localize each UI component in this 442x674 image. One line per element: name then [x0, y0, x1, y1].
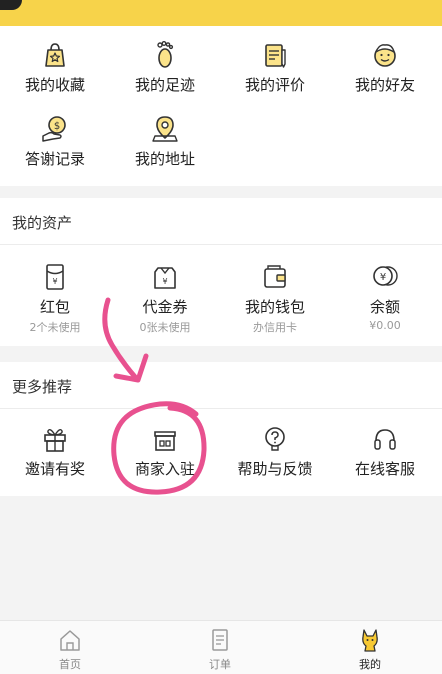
wallet-credit-card-link[interactable]: 办信用卡	[220, 319, 330, 335]
svg-text:¥: ¥	[52, 277, 57, 286]
divider	[0, 408, 442, 409]
balance-amount: ¥0.00	[369, 319, 401, 332]
wallet-label: 我的钱包	[244, 298, 305, 316]
friend-face-icon	[374, 44, 396, 67]
balance-entry[interactable]: ¥ 余额 ¥0.00	[330, 262, 440, 332]
my-reviews-label: 我的评价	[244, 76, 305, 94]
help-feedback-entry[interactable]: 帮助与反馈	[220, 424, 330, 479]
voucher-icon: ¥	[154, 267, 176, 289]
tab-orders-label: 订单	[209, 658, 231, 671]
wallet-icon	[264, 265, 286, 288]
tab-home-label: 首页	[59, 658, 81, 671]
order-icon	[212, 629, 228, 651]
wallet-entry[interactable]: 我的钱包 办信用卡	[220, 262, 330, 335]
svg-text:¥: ¥	[162, 277, 167, 286]
red-packet-icon: ¥	[46, 264, 64, 290]
recommend-section-title: 更多推荐	[12, 378, 73, 396]
voucher-entry[interactable]: ¥ 代金券 0张未使用	[110, 262, 220, 335]
voucher-count: 0张未使用	[139, 321, 191, 334]
invite-reward-entry[interactable]: 邀请有奖	[0, 424, 110, 479]
red-packet-count: 2个未使用	[29, 321, 81, 334]
my-address-label: 我的地址	[134, 150, 195, 168]
merchant-join-entry[interactable]: 商家入驻	[110, 424, 220, 479]
my-friends-entry[interactable]: 我的好友	[330, 40, 440, 95]
footprint-icon	[157, 41, 174, 68]
headset-icon	[374, 429, 396, 450]
thanks-records-entry[interactable]: $ 答谢记录	[0, 114, 110, 169]
voucher-label: 代金券	[142, 298, 188, 316]
merchant-join-label: 商家入驻	[134, 460, 195, 478]
tab-home[interactable]: 首页	[30, 627, 110, 672]
my-reviews-entry[interactable]: 我的评价	[220, 40, 330, 95]
assets-section-title: 我的资产	[12, 214, 73, 232]
red-packet-entry[interactable]: ¥ 红包 2个未使用	[0, 262, 110, 335]
online-service-label: 在线客服	[354, 460, 415, 478]
thanks-coin-hand-icon: $	[42, 116, 66, 142]
red-packet-label: 红包	[39, 298, 70, 316]
storefront-icon	[154, 431, 176, 451]
svg-text:¥: ¥	[380, 272, 386, 283]
assets-panel: 我的资产 ¥ 红包 2个未使用 ¥ 代金券 0张未使用 我的钱包 办信用卡 ¥ …	[0, 198, 442, 346]
balance-label: 余额	[369, 298, 400, 316]
favorites-bag-icon	[45, 43, 65, 67]
bottom-tab-bar: 首页 订单 我的	[0, 620, 442, 674]
my-favorites-label: 我的收藏	[24, 76, 85, 94]
recommend-panel: 更多推荐 邀请有奖 商家入驻 帮助与反馈 在线客服	[0, 362, 442, 496]
svg-text:$: $	[54, 121, 60, 132]
gift-icon	[44, 428, 66, 452]
tab-orders[interactable]: 订单	[180, 627, 260, 672]
my-friends-label: 我的好友	[354, 76, 415, 94]
review-notes-icon	[265, 44, 286, 68]
my-favorites-entry[interactable]: 我的收藏	[0, 40, 110, 95]
quick-entry-panel: 我的收藏 我的足迹 我的评价 我的好友 $ 答谢记录 我的地址	[0, 26, 442, 186]
my-address-entry[interactable]: 我的地址	[110, 114, 220, 169]
invite-reward-label: 邀请有奖	[24, 460, 85, 478]
divider	[0, 244, 442, 245]
balance-coin-icon: ¥	[373, 266, 398, 286]
kangaroo-icon	[362, 629, 378, 652]
help-icon	[265, 427, 285, 451]
thanks-records-label: 答谢记录	[24, 150, 85, 168]
my-footprints-entry[interactable]: 我的足迹	[110, 40, 220, 95]
help-feedback-label: 帮助与反馈	[237, 460, 313, 478]
my-footprints-label: 我的足迹	[134, 76, 195, 94]
online-service-entry[interactable]: 在线客服	[330, 424, 440, 479]
address-pin-icon	[152, 116, 178, 142]
tab-mine[interactable]: 我的	[330, 627, 410, 672]
tab-mine-label: 我的	[359, 658, 381, 671]
profile-header-banner	[0, 0, 442, 26]
home-icon	[60, 630, 80, 651]
avatar[interactable]	[0, 0, 22, 10]
